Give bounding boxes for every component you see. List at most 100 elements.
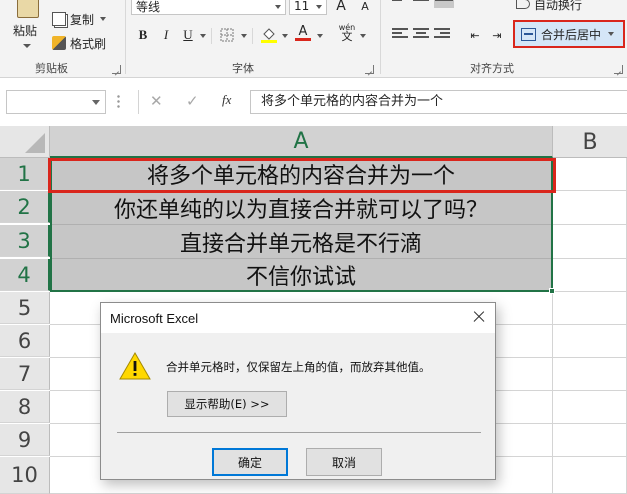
align-top-icon[interactable] [392,0,408,7]
cell-b2[interactable] [553,191,627,225]
row-header-2[interactable]: 2 [0,191,50,223]
format-painter-button[interactable]: 格式刷 [52,34,106,52]
cell-b9[interactable] [553,424,627,457]
font-color-swatch [295,38,311,41]
row-header-9[interactable]: 9 [0,424,50,456]
alignment-group-label: 对齐方式 [470,62,514,75]
ok-button[interactable]: 确定 [212,448,288,476]
confirm-entry-icon[interactable]: ✓ [186,92,199,110]
shrink-font-icon: A [361,0,369,13]
paste-dropdown-icon[interactable] [23,44,31,48]
cell-b10[interactable] [553,457,627,494]
font-name-value: 等线 [136,0,161,14]
cell-b3[interactable] [553,225,627,259]
cell-b4[interactable] [553,259,627,292]
borders-dropdown-icon[interactable] [241,34,247,38]
close-icon[interactable] [471,309,487,325]
row-header-7[interactable]: 7 [0,358,50,390]
cell-b8[interactable] [553,391,627,424]
merge-center-label: 合并后居中 [541,27,602,42]
row-header-4[interactable]: 4 [0,259,50,291]
cell-b6[interactable] [553,325,627,358]
wrap-text-label: 自动换行 [534,0,583,12]
formula-divider [138,90,139,114]
shrink-font-button[interactable]: A [356,0,374,15]
cell-b7[interactable] [553,358,627,391]
merge-warning-dialog: Microsoft Excel 合并单元格时，仅保留左上角的值，而放弃其他值。 … [100,302,496,480]
font-color-dropdown-icon[interactable] [317,34,323,38]
copy-button[interactable]: 复制 [52,10,107,28]
cell-a1[interactable]: 将多个单元格的内容合并为一个 [50,158,553,191]
italic-button[interactable]: I [157,26,175,44]
cell-b5[interactable] [553,292,627,325]
cell-a2[interactable]: 你还单纯的以为直接合并就可以了吗？ [50,191,553,225]
font-name-select[interactable]: 等线 [131,0,286,15]
chevron-down-icon[interactable] [92,100,100,105]
chevron-down-icon[interactable] [608,32,615,36]
insert-function-icon[interactable]: fx [222,92,231,108]
cell-b1[interactable] [553,158,627,191]
row-header-3[interactable]: 3 [0,225,50,257]
cancel-button[interactable]: 取消 [306,448,382,476]
wrap-text-button[interactable]: 自动换行 [516,0,582,13]
column-header-a[interactable]: A [50,126,553,158]
dialog-message: 合并单元格时，仅保留左上角的值，而放弃其他值。 [166,360,431,374]
cell-a3[interactable]: 直接合并单元格是不行滴 [50,225,553,259]
row-header-5[interactable]: 5 [0,292,50,324]
italic-icon: I [163,27,169,42]
grow-font-icon: A [336,0,346,14]
clipboard-group-label: 剪贴板 [35,62,68,75]
align-center-icon[interactable] [413,28,429,40]
clipboard-icon [17,0,39,18]
row-header-1[interactable]: 1 [0,158,50,190]
font-launcher-icon[interactable] [365,65,374,74]
increase-indent-button[interactable]: ⇥ [488,26,506,44]
underline-dropdown-icon[interactable] [200,34,206,38]
formula-bar-grip-icon[interactable] [117,94,120,110]
show-help-button[interactable]: 显示帮助(E) >> [167,391,287,417]
decrease-indent-icon: ⇤ [470,28,480,42]
dialog-title: Microsoft Excel [110,311,199,326]
row-header-10[interactable]: 10 [0,457,50,494]
fill-color-button[interactable] [260,25,278,43]
fill-color-dropdown-icon[interactable] [282,34,288,38]
fill-bucket-icon [261,28,277,43]
column-header-b[interactable]: B [553,126,627,158]
merge-center-button[interactable]: 合并后居中 [513,20,625,48]
align-bottom-icon[interactable] [434,0,454,8]
toolbar-divider [211,28,212,44]
phonetic-button[interactable]: wén 文 [338,23,356,43]
phonetic-dropdown-icon[interactable] [360,34,366,38]
chevron-down-icon [275,5,281,9]
phonetic-icon: 文 [341,30,353,43]
font-size-select[interactable]: 11 [289,0,327,15]
dialog-divider [117,432,481,433]
copy-dropdown-icon[interactable] [100,17,107,21]
toolbar-divider [252,28,253,44]
row-header-6[interactable]: 6 [0,325,50,357]
align-right-icon[interactable] [434,28,450,40]
formula-input[interactable]: 将多个单元格的内容合并为一个 [250,90,627,114]
bold-button[interactable]: B [134,26,152,44]
row-header-8[interactable]: 8 [0,391,50,423]
cancel-entry-icon[interactable]: ✕ [150,92,163,110]
name-box[interactable] [6,90,106,114]
grow-font-button[interactable]: A [332,0,350,15]
align-left-icon[interactable] [392,28,408,40]
fill-handle[interactable] [549,288,555,294]
underline-icon: U [183,27,193,42]
copy-icon [52,12,66,26]
decrease-indent-button[interactable]: ⇤ [466,26,484,44]
font-group-label: 字体 [232,62,254,75]
underline-button[interactable]: U [179,26,197,44]
clipboard-launcher-icon[interactable] [112,65,121,74]
font-color-button[interactable]: A [294,24,312,42]
paste-button[interactable]: 粘贴 [8,0,48,58]
alignment-launcher-icon[interactable] [614,65,623,74]
cell-a4[interactable]: 不信你试试 [50,259,553,292]
font-size-value: 11 [294,0,310,13]
align-middle-icon[interactable] [413,0,429,7]
borders-button[interactable] [218,26,236,44]
group-divider [125,0,126,74]
select-all-corner[interactable] [0,126,50,158]
